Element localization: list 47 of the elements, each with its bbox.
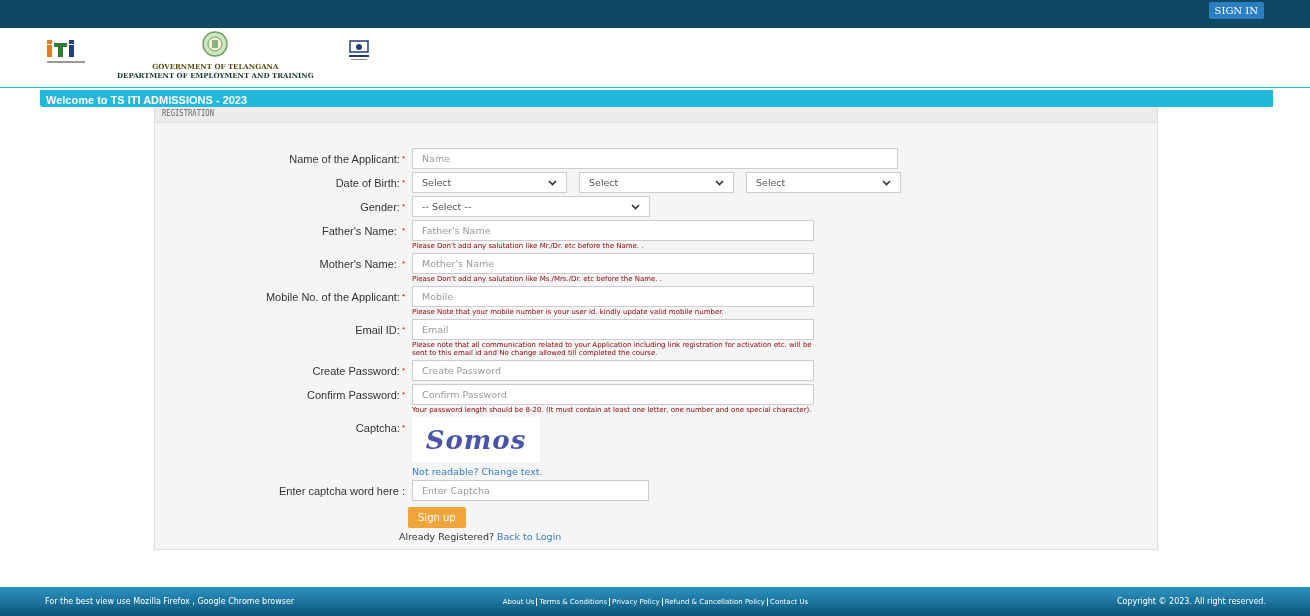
required-mark: *: [401, 259, 405, 268]
select-field[interactable]: -- Select --: [412, 196, 650, 217]
chevron-down-icon: [882, 179, 891, 186]
copyright-text: Copyright © 2023. All right reserved.: [1116, 597, 1266, 606]
input-field[interactable]: Father's Name: [412, 220, 814, 241]
required-mark: *: [401, 292, 405, 301]
required-mark: *: [401, 325, 405, 334]
already-registered-text: Already Registered?: [399, 531, 494, 542]
back-to-login-link[interactable]: Back to Login: [497, 531, 562, 542]
field-label: Father's Name:: [321, 224, 398, 237]
emblem-icon: [202, 31, 229, 57]
select-field[interactable]: Select: [579, 172, 734, 193]
field-label: Confirm Password:: [306, 388, 400, 401]
chevron-down-icon: [548, 179, 557, 186]
field-label: Enter captcha word here :: [279, 484, 405, 497]
captcha-image: Somos: [412, 417, 540, 462]
field-label: Name of the Applicant:: [289, 152, 400, 165]
required-mark: *: [401, 154, 405, 163]
field-label: Captcha:: [355, 421, 400, 434]
sign-in-button[interactable]: SIGN IN: [1208, 1, 1264, 19]
select-field[interactable]: Select: [412, 172, 567, 193]
field-label: Date of Birth:: [335, 176, 400, 189]
panel-heading: REGISTRATION: [162, 108, 214, 118]
input-field[interactable]: Email: [412, 319, 814, 340]
field-label: Gender:: [360, 200, 400, 213]
input-field[interactable]: Create Password: [412, 360, 814, 381]
required-mark: *: [401, 366, 405, 375]
field-label: Mobile No. of the Applicant:: [265, 290, 400, 303]
required-mark: *: [401, 226, 405, 235]
required-mark: *: [401, 202, 405, 211]
chevron-down-icon: [631, 203, 640, 210]
input-field[interactable]: Enter Captcha: [412, 480, 649, 501]
change-captcha-link[interactable]: Not readable? Change text.: [412, 466, 543, 477]
required-mark: *: [401, 390, 405, 399]
chevron-down-icon: [715, 179, 724, 186]
required-mark: *: [401, 178, 405, 187]
select-field[interactable]: Select: [746, 172, 901, 193]
input-field[interactable]: Mobile: [412, 286, 814, 307]
browser-note: For the best view use Mozilla Firefox , Google Chrome browser: [45, 597, 295, 606]
welcome-banner-text: Welcome to TS ITI ADMISSIONS - 2023: [45, 94, 248, 106]
input-field[interactable]: Confirm Password: [412, 384, 814, 405]
required-mark: *: [401, 423, 405, 432]
field-label: Email ID:: [355, 323, 400, 336]
field-label: Mother's Name:: [319, 257, 398, 270]
input-field[interactable]: Name: [412, 148, 898, 169]
field-label: Create Password:: [312, 364, 400, 377]
input-field[interactable]: Mother's Name: [412, 253, 814, 274]
